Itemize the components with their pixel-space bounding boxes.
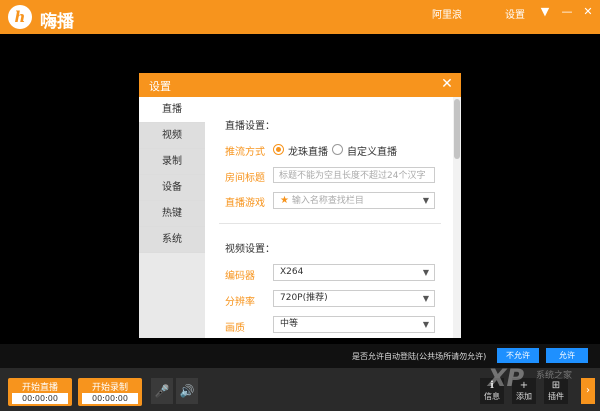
nav-item-device[interactable]: 设备	[139, 175, 205, 201]
minimize-icon[interactable]: —	[559, 4, 575, 20]
settings-dialog: 设置 ✕ 直播 视频 录制 设备 热键 系统 直播设置： 推流方式 龙珠直播 自…	[139, 73, 461, 338]
live-game-label: 直播游戏	[225, 198, 265, 209]
resolution-label: 分辨率	[225, 297, 255, 308]
nav-item-live[interactable]: 直播	[139, 97, 205, 123]
resolution-value: 720P(推荐)	[280, 293, 328, 303]
encoder-value: X264	[280, 267, 304, 277]
plugin-icon: ⊞	[551, 380, 561, 391]
resolution-select[interactable]: 720P(推荐) ▼	[273, 290, 435, 307]
close-icon[interactable]: ✕	[580, 4, 596, 20]
user-link[interactable]: 阿里浪	[432, 6, 462, 21]
menu-dropdown-icon[interactable]: ▼	[537, 4, 553, 20]
live-timer: 00:00:00	[12, 393, 68, 404]
title-bar: h 嗨播 阿里浪 设置 ▼ — ✕	[0, 0, 600, 34]
section-divider	[219, 223, 441, 224]
push-mode-label: 推流方式	[225, 147, 265, 158]
start-record-button[interactable]: 开始录制 00:00:00	[78, 378, 142, 406]
radio-custom[interactable]	[332, 144, 343, 155]
speaker-icon[interactable]: 🔊	[176, 378, 198, 404]
nav-item-record[interactable]: 录制	[139, 149, 205, 175]
chevron-down-icon: ▼	[422, 320, 429, 329]
radio-longzhu-label[interactable]: 龙珠直播	[288, 143, 328, 158]
star-icon: ★	[280, 195, 289, 206]
live-game-placeholder: 输入名称查找栏目	[291, 196, 364, 206]
dialog-close-icon[interactable]: ✕	[439, 76, 455, 92]
nav-item-hotkey[interactable]: 热键	[139, 201, 205, 227]
quality-value: 中等	[280, 319, 299, 329]
plugin-label: 插件	[548, 392, 564, 401]
chevron-down-icon: ▼	[422, 268, 429, 277]
radio-custom-label[interactable]: 自定义直播	[347, 143, 397, 158]
radio-longzhu[interactable]	[273, 144, 284, 155]
record-timer: 00:00:00	[82, 393, 138, 404]
encoder-label: 编码器	[225, 271, 255, 282]
nav-item-video[interactable]: 视频	[139, 123, 205, 149]
room-title-input[interactable]: 标题不能为空且长度不超过24个汉字	[273, 167, 435, 183]
info-label: 信息	[484, 392, 500, 401]
settings-nav: 直播 视频 录制 设备 热键 系统	[139, 97, 205, 338]
live-section-title: 直播设置：	[225, 121, 275, 132]
quality-label: 画质	[225, 323, 245, 334]
auto-login-text: 是否允许自动登陆(公共场所请勿允许)	[352, 352, 487, 361]
watermark-text: 系统之家	[536, 371, 573, 381]
content-scrollbar[interactable]	[453, 97, 461, 338]
chevron-down-icon: ▼	[422, 196, 429, 205]
watermark-logo: XP	[488, 364, 525, 392]
start-record-label: 开始录制	[91, 383, 128, 393]
encoder-select[interactable]: X264 ▼	[273, 264, 435, 281]
allow-button[interactable]: 允许	[546, 348, 588, 363]
settings-content: 直播设置： 推流方式 龙珠直播 自定义直播 房间标题 标题不能为空且长度不超过2…	[205, 97, 453, 338]
app-name: 嗨播	[40, 12, 74, 32]
add-label: 添加	[516, 392, 532, 401]
start-live-button[interactable]: 开始直播 00:00:00	[8, 378, 72, 406]
microphone-icon[interactable]: 🎤	[151, 378, 173, 404]
settings-link[interactable]: 设置	[505, 6, 525, 21]
app-logo-icon: h	[8, 5, 32, 29]
video-section-title: 视频设置：	[225, 244, 275, 255]
room-title-label: 房间标题	[225, 173, 265, 184]
scrollbar-thumb[interactable]	[454, 99, 460, 159]
quality-select[interactable]: 中等 ▼	[273, 316, 435, 333]
deny-button[interactable]: 不允许	[497, 348, 539, 363]
start-live-label: 开始直播	[21, 383, 58, 393]
dialog-title: 设置	[149, 80, 171, 93]
chevron-down-icon: ▼	[422, 294, 429, 303]
plugin-button[interactable]: ⊞ 插件	[544, 378, 568, 404]
expand-arrow-icon[interactable]: ›	[581, 378, 595, 404]
nav-item-system[interactable]: 系统	[139, 227, 205, 253]
live-game-select[interactable]: ★ 输入名称查找栏目 ▼	[273, 192, 435, 209]
dialog-title-bar: 设置 ✕	[139, 73, 461, 97]
